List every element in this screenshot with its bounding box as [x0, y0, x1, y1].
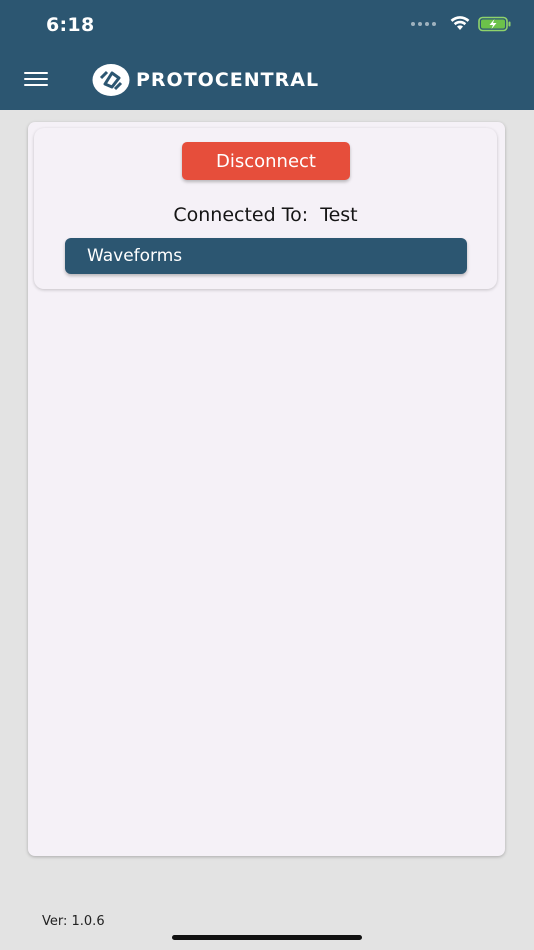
- app-header: 6:18 PROTOCENTRAL: [0, 0, 534, 110]
- cellular-icon: [411, 22, 436, 26]
- battery-charging-icon: [478, 16, 511, 32]
- waveforms-button[interactable]: Waveforms: [65, 238, 467, 274]
- wifi-icon: [450, 16, 470, 30]
- status-time: 6:18: [46, 14, 95, 36]
- connected-to-label: Connected To: Test: [173, 204, 358, 226]
- main-card: Disconnect Connected To: Test Waveforms: [28, 122, 505, 856]
- protocentral-logo: PROTOCENTRAL: [92, 63, 319, 97]
- home-indicator[interactable]: [172, 935, 362, 940]
- connection-panel: Disconnect Connected To: Test Waveforms: [34, 128, 497, 289]
- status-icons: [411, 16, 512, 32]
- version-label: Ver: 1.0.6: [42, 914, 105, 929]
- logo-text: PROTOCENTRAL: [136, 69, 320, 91]
- disconnect-button[interactable]: Disconnect: [182, 142, 350, 180]
- protocentral-logo-icon: [92, 64, 130, 96]
- hamburger-menu-icon[interactable]: [24, 72, 48, 88]
